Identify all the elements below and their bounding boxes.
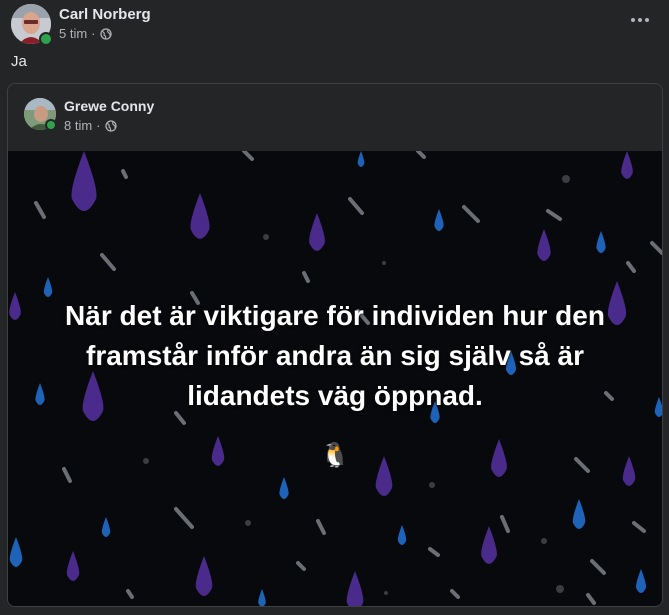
penguin-emoji: 🐧: [320, 442, 350, 469]
shared-post-meta: 8 tim ·: [64, 118, 117, 133]
post-meta: 5 tim ·: [59, 26, 112, 41]
meta-separator: ·: [96, 118, 101, 133]
globe-icon: [99, 27, 112, 40]
shared-post-timestamp[interactable]: 8 tim: [64, 118, 92, 133]
quote-image[interactable]: När det är viktigare för individen hur d…: [8, 151, 662, 606]
globe-icon: [104, 119, 117, 132]
online-status-indicator: [39, 32, 53, 46]
more-horizontal-icon: [631, 18, 635, 22]
quote-text: När det är viktigare för individen hur d…: [65, 300, 605, 411]
shared-online-status-indicator: [45, 119, 57, 131]
post-author-name[interactable]: Carl Norberg: [59, 6, 151, 23]
post-timestamp[interactable]: 5 tim: [59, 26, 87, 41]
meta-separator: ·: [91, 26, 96, 41]
shared-post[interactable]: Grewe Conny 8 tim · När det är viktigare…: [7, 83, 663, 607]
more-options-button[interactable]: [622, 8, 658, 32]
post-header: Carl Norberg 5 tim ·: [11, 4, 659, 48]
post-text: Ja: [11, 53, 27, 70]
shared-author-name[interactable]: Grewe Conny: [64, 98, 154, 114]
